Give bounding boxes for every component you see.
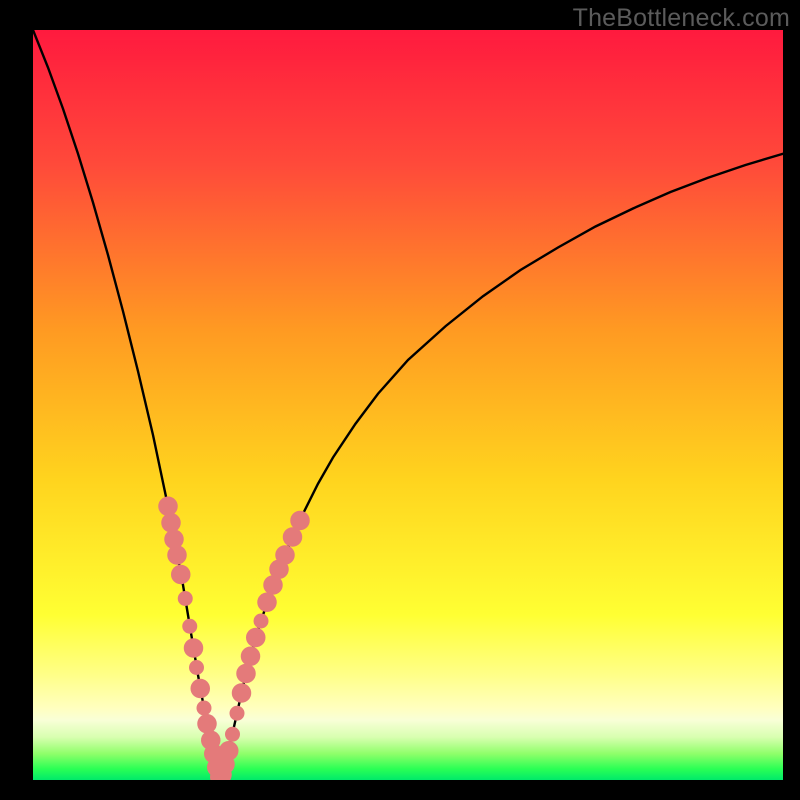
- chart-frame: TheBottleneck.com: [0, 0, 800, 800]
- data-point: [254, 614, 269, 629]
- data-point: [184, 638, 204, 658]
- data-point: [246, 628, 266, 648]
- bottleneck-curve-chart: [33, 30, 783, 780]
- data-point: [182, 619, 197, 634]
- data-point: [189, 660, 204, 675]
- data-point: [197, 701, 212, 716]
- data-point: [236, 664, 256, 684]
- data-point: [230, 706, 245, 721]
- data-point: [290, 511, 310, 531]
- data-point: [171, 565, 191, 585]
- plot-area: [33, 30, 783, 780]
- data-point: [167, 545, 187, 565]
- data-point: [178, 591, 193, 606]
- data-point: [225, 727, 240, 742]
- data-point: [275, 545, 295, 565]
- data-point: [232, 683, 252, 703]
- data-point: [219, 741, 239, 761]
- watermark-label: TheBottleneck.com: [573, 4, 790, 33]
- data-point: [257, 593, 277, 613]
- data-point: [241, 647, 261, 667]
- data-point: [191, 679, 211, 699]
